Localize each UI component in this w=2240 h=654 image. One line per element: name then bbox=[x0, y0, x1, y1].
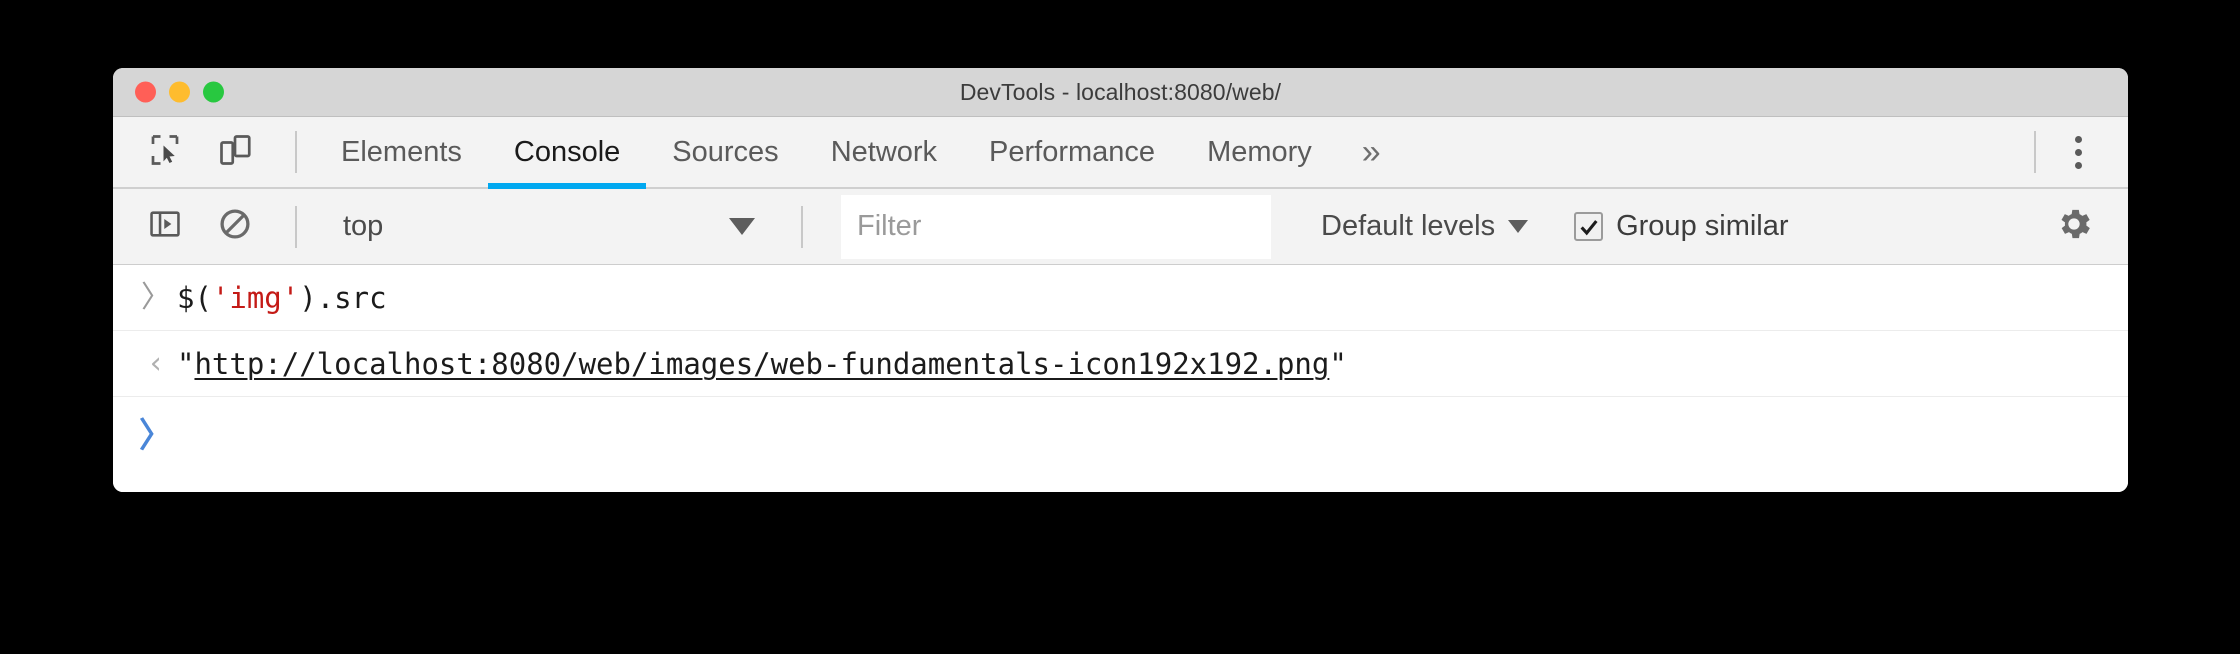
chevron-left-icon: ‹ bbox=[146, 345, 166, 381]
console-toolbar: top Default levels Group similar bbox=[113, 189, 2128, 265]
console-result-value: "http://localhost:8080/web/images/web-fu… bbox=[177, 347, 1347, 381]
console-toolbar-right bbox=[2046, 199, 2128, 255]
console-prompt-gutter: 〉 bbox=[135, 419, 177, 453]
expression-suffix: ).src bbox=[299, 280, 387, 315]
tab-sources-label: Sources bbox=[672, 135, 779, 168]
tab-sources[interactable]: Sources bbox=[646, 117, 804, 187]
chevron-down-icon bbox=[1508, 220, 1529, 233]
tab-performance-label: Performance bbox=[989, 135, 1156, 168]
maximize-window-button[interactable] bbox=[203, 81, 224, 103]
group-similar-label: Group similar bbox=[1616, 210, 1789, 242]
minimize-window-button[interactable] bbox=[169, 81, 190, 103]
tabbar-divider bbox=[295, 131, 297, 173]
tabbar-tool-icons bbox=[113, 124, 315, 180]
panel-tabs: Elements Console Sources Network Perform… bbox=[315, 117, 1405, 189]
tab-network-label: Network bbox=[830, 135, 938, 168]
expression-prefix: $( bbox=[177, 280, 212, 315]
devtools-tab-bar: Elements Console Sources Network Perform… bbox=[113, 117, 2128, 189]
execution-context-value: top bbox=[343, 210, 384, 242]
devtools-window: DevTools - localhost:8080/web/ Elements … bbox=[113, 68, 2128, 492]
console-toolbar-divider-2 bbox=[801, 205, 803, 248]
window-title: DevTools - localhost:8080/web/ bbox=[959, 78, 1282, 105]
console-input-expression: $('img').src bbox=[177, 281, 387, 315]
console-sidebar-button[interactable] bbox=[137, 199, 193, 255]
filter-input[interactable] bbox=[841, 194, 1271, 259]
tab-overflow-button[interactable]: » bbox=[1338, 135, 1405, 169]
more-vertical-icon[interactable] bbox=[2054, 124, 2102, 180]
result-quote-close: " bbox=[1329, 346, 1347, 381]
title-bar: DevTools - localhost:8080/web/ bbox=[113, 68, 2128, 117]
log-levels-label: Default levels bbox=[1321, 210, 1496, 242]
clear-console-icon bbox=[217, 206, 253, 247]
console-input-row[interactable]: 〉 $('img').src bbox=[113, 265, 2128, 331]
tab-memory-label: Memory bbox=[1207, 135, 1312, 168]
console-input-gutter: 〉 bbox=[135, 279, 177, 315]
group-similar-toggle[interactable]: Group similar bbox=[1574, 210, 1789, 243]
clear-console-button[interactable] bbox=[207, 199, 263, 255]
expression-string-literal: 'img' bbox=[211, 280, 300, 315]
inspect-element-icon bbox=[147, 132, 183, 173]
execution-context-selector[interactable]: top bbox=[329, 199, 769, 255]
close-window-button[interactable] bbox=[135, 81, 156, 103]
chevron-right-icon: 〉 bbox=[139, 416, 173, 456]
console-result-gutter: ‹ bbox=[135, 345, 177, 381]
tabbar-divider-right bbox=[2034, 131, 2036, 173]
result-url-link[interactable]: http://localhost:8080/web/images/web-fun… bbox=[194, 347, 1329, 381]
tabbar-right-group bbox=[2016, 124, 2128, 180]
tab-performance[interactable]: Performance bbox=[963, 117, 1181, 187]
group-similar-checkbox[interactable] bbox=[1574, 212, 1604, 241]
result-quote-open: " bbox=[177, 346, 195, 381]
device-toolbar-icon bbox=[217, 132, 253, 173]
console-toolbar-divider bbox=[295, 205, 297, 248]
settings-button[interactable] bbox=[2046, 199, 2102, 255]
device-toolbar-button[interactable] bbox=[207, 124, 263, 180]
console-prompt-row[interactable]: 〉 bbox=[113, 397, 2128, 475]
traffic-lights bbox=[135, 81, 224, 103]
chevron-double-right-icon: » bbox=[1361, 133, 1381, 171]
tab-network[interactable]: Network bbox=[805, 117, 963, 187]
log-levels-selector[interactable]: Default levels bbox=[1315, 210, 1534, 243]
inspect-element-button[interactable] bbox=[137, 124, 193, 180]
tab-memory[interactable]: Memory bbox=[1181, 117, 1338, 187]
tab-console[interactable]: Console bbox=[487, 117, 647, 189]
gear-icon bbox=[2054, 204, 2094, 249]
tab-elements[interactable]: Elements bbox=[315, 117, 488, 187]
chevron-down-icon bbox=[729, 218, 755, 235]
chevron-right-icon: 〉 bbox=[141, 279, 171, 315]
console-result-row[interactable]: ‹ "http://localhost:8080/web/images/web-… bbox=[113, 331, 2128, 397]
console-message-list[interactable]: 〉 $('img').src ‹ "http://localhost:8080/… bbox=[113, 265, 2128, 492]
tab-console-label: Console bbox=[513, 135, 621, 168]
tab-elements-label: Elements bbox=[341, 135, 462, 168]
console-toolbar-left: top Default levels Group similar bbox=[113, 194, 1789, 259]
console-sidebar-icon bbox=[148, 207, 182, 246]
